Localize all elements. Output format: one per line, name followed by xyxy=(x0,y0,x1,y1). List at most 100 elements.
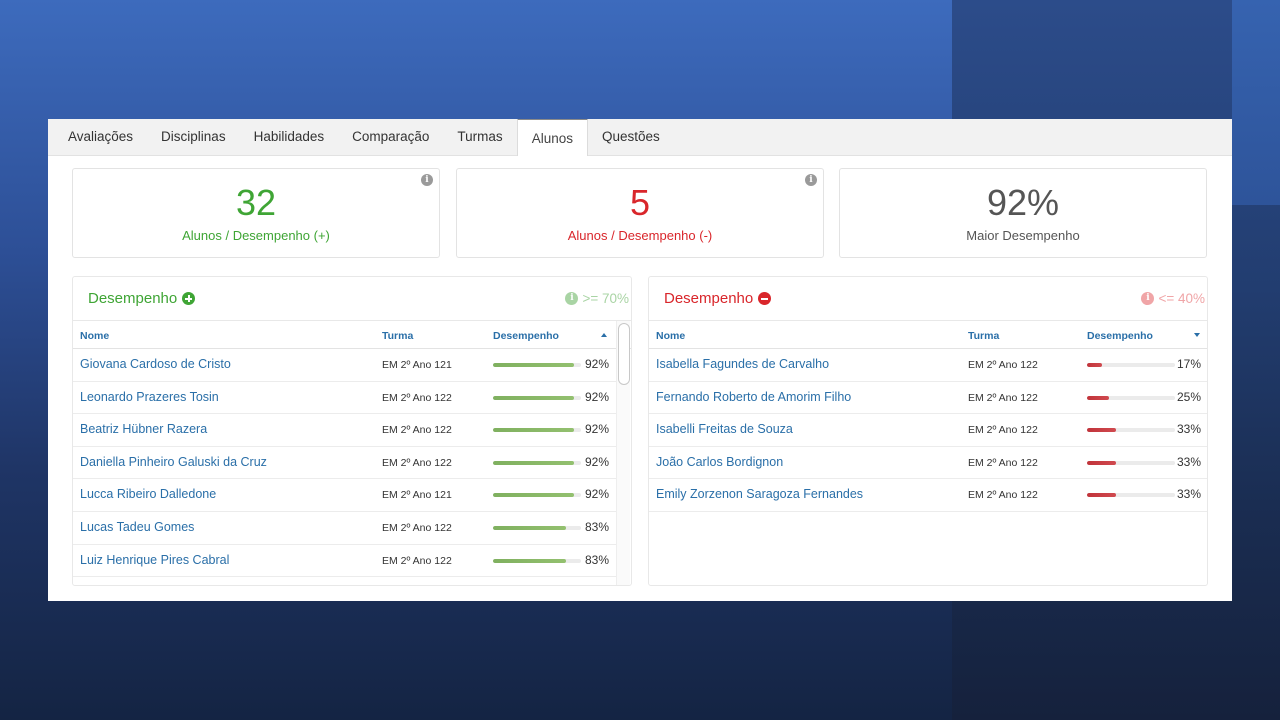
performance-bar xyxy=(493,363,581,367)
info-icon[interactable]: i xyxy=(1141,292,1155,305)
tab-questoes[interactable]: Questões xyxy=(588,119,674,155)
turma-cell: EM 2º Ano 122 xyxy=(382,391,452,404)
tab-disciplinas[interactable]: Disciplinas xyxy=(147,119,240,155)
table-row[interactable]: Leonardo Prazeres Tosin EM 2º Ano 122 92% xyxy=(73,382,616,415)
performance-bar-fill xyxy=(493,558,567,563)
turma-cell: EM 2º Ano 122 xyxy=(968,489,1038,502)
performance-bar xyxy=(1087,460,1175,465)
table-body: Giovana Cardoso de Cristo EM 2º Ano 121 92… xyxy=(73,349,616,578)
student-name-link[interactable]: Leonardo Prazeres Tosin xyxy=(80,390,219,404)
performance-percent: 25% xyxy=(1177,389,1202,404)
tab-turmas[interactable]: Turmas xyxy=(443,119,516,155)
table-header: Nome Turma Desempenho xyxy=(73,321,631,349)
performance-bar-fill xyxy=(493,525,567,530)
stat-label-max: Maior Desempenho xyxy=(966,228,1080,243)
turma-cell: EM 2º Ano 122 xyxy=(382,456,452,469)
info-icon[interactable]: i xyxy=(565,292,579,305)
table-row[interactable]: Fernando Roberto de Amorim Filho EM 2º An… xyxy=(649,382,1207,415)
table-row[interactable]: Luiz Henrique Pires Cabral EM 2º Ano 122 8… xyxy=(73,545,616,578)
performance-bar xyxy=(1087,363,1175,367)
table-row[interactable]: Lucas Tadeu Gomes EM 2º Ano 122 83% xyxy=(73,512,616,545)
turma-cell: EM 2º Ano 121 xyxy=(382,489,452,502)
table-row[interactable]: Giovana Cardoso de Cristo EM 2º Ano 121 92… xyxy=(73,349,616,382)
student-name-link[interactable]: Fernando Roberto de Amorim Filho xyxy=(656,390,851,404)
performance-bar xyxy=(493,428,581,433)
student-name-link[interactable]: Isabella Fagundes de Carvalho xyxy=(656,357,829,371)
student-name-link[interactable]: Luiz Henrique Pires Cabral xyxy=(80,553,229,567)
performance-bar-fill xyxy=(1087,493,1117,498)
performance-bar-fill xyxy=(1087,428,1117,433)
column-desempenho[interactable]: Desempenho xyxy=(1087,330,1153,342)
performance-bar xyxy=(1087,493,1175,498)
student-name-link[interactable]: Emily Zorzenon Saragoza Fernandes xyxy=(656,487,863,501)
performance-bar xyxy=(493,525,581,530)
threshold-positive: i >= 70% xyxy=(565,291,629,306)
sort-ascending-icon[interactable] xyxy=(601,333,607,337)
background-right-accent xyxy=(1232,0,1280,205)
scrollbar[interactable] xyxy=(616,321,630,585)
performance-percent: 92% xyxy=(585,487,610,502)
table-header: Nome Turma Desempenho xyxy=(649,321,1207,349)
stat-card-negative: 5 Alunos / Desempenho (-) i xyxy=(456,168,824,258)
table-row[interactable]: João Carlos Bordignon EM 2º Ano 122 33% xyxy=(649,447,1207,480)
student-name-link[interactable]: Daniella Pinheiro Galuski da Cruz xyxy=(80,455,267,469)
stat-value-max: 92% xyxy=(986,182,1060,223)
performance-bar xyxy=(493,460,581,465)
column-turma[interactable]: Turma xyxy=(968,330,999,342)
performance-bar-fill xyxy=(1087,363,1102,367)
performance-percent: 33% xyxy=(1177,454,1202,469)
column-desempenho[interactable]: Desempenho xyxy=(493,330,559,342)
threshold-text: <= 40% xyxy=(1158,291,1205,306)
info-icon[interactable]: i xyxy=(805,174,817,186)
column-nome[interactable]: Nome xyxy=(656,330,685,342)
performance-percent: 17% xyxy=(1177,357,1202,371)
performance-bar-fill xyxy=(493,395,574,400)
table-row[interactable]: Lucca Ribeiro Dalledone EM 2º Ano 121 92% xyxy=(73,479,616,512)
performance-percent: 92% xyxy=(585,422,610,437)
student-name-link[interactable]: Giovana Cardoso de Cristo xyxy=(80,357,231,371)
panel-title-text: Desempenho xyxy=(664,290,754,307)
tab-comparacao[interactable]: Comparação xyxy=(338,119,443,155)
performance-bar-fill xyxy=(493,363,574,367)
scrollbar-thumb[interactable] xyxy=(618,323,630,385)
student-name-link[interactable]: João Carlos Bordignon xyxy=(656,455,783,469)
stat-card-max: 92% Maior Desempenho xyxy=(839,168,1207,258)
student-name-link[interactable]: Beatriz Hübner Razera xyxy=(80,422,207,436)
performance-percent: 33% xyxy=(1177,487,1202,502)
turma-cell: EM 2º Ano 122 xyxy=(382,554,452,567)
performance-bar xyxy=(493,558,581,563)
stat-value-negative: 5 xyxy=(629,182,651,223)
student-name-link[interactable]: Isabelli Freitas de Souza xyxy=(656,422,793,436)
tab-avaliacoes[interactable]: Avaliações xyxy=(54,119,147,155)
tab-alunos[interactable]: Alunos xyxy=(516,119,588,156)
sort-descending-icon[interactable] xyxy=(1194,333,1200,337)
table-row[interactable]: Isabelli Freitas de Souza EM 2º Ano 122 33… xyxy=(649,414,1207,447)
student-name-link[interactable]: Lucca Ribeiro Dalledone xyxy=(80,487,216,501)
performance-bar-fill xyxy=(1087,460,1117,465)
student-name-link[interactable]: Lucas Tadeu Gomes xyxy=(80,520,194,534)
panel-title: Desempenho xyxy=(664,290,772,307)
turma-cell: EM 2º Ano 121 xyxy=(382,359,452,371)
column-turma[interactable]: Turma xyxy=(382,330,413,342)
table-row[interactable]: Emily Zorzenon Saragoza Fernandes EM 2º A… xyxy=(649,479,1207,512)
turma-cell: EM 2º Ano 122 xyxy=(968,391,1038,404)
panel-title: Desempenho xyxy=(88,290,196,307)
stat-card-positive: 32 Alunos / Desempenho (+) i xyxy=(72,168,440,258)
performance-bar xyxy=(1087,395,1175,400)
performance-percent: 92% xyxy=(585,357,610,371)
panel-negative: Desempenho i <= 40% Nome Turma Desempenh… xyxy=(648,276,1208,586)
stat-value-positive: 32 xyxy=(235,182,277,223)
table-row[interactable]: Beatriz Hübner Razera EM 2º Ano 122 92% xyxy=(73,414,616,447)
performance-percent: 33% xyxy=(1177,422,1202,437)
info-icon[interactable]: i xyxy=(421,174,433,186)
table-row[interactable]: Isabella Fagundes de Carvalho EM 2º Ano 1… xyxy=(649,349,1207,382)
turma-cell: EM 2º Ano 122 xyxy=(968,456,1038,469)
performance-percent: 92% xyxy=(585,389,610,404)
panel-positive: Desempenho i >= 70% Nome Turma Desempenh… xyxy=(72,276,632,586)
column-nome[interactable]: Nome xyxy=(80,330,109,342)
panel-positive-header: Desempenho i >= 70% xyxy=(73,277,631,321)
performance-bar-fill xyxy=(1087,395,1109,400)
table-row[interactable]: Daniella Pinheiro Galuski da Cruz EM 2º A… xyxy=(73,447,616,480)
tab-habilidades[interactable]: Habilidades xyxy=(240,119,339,155)
performance-bar-fill xyxy=(493,493,574,498)
